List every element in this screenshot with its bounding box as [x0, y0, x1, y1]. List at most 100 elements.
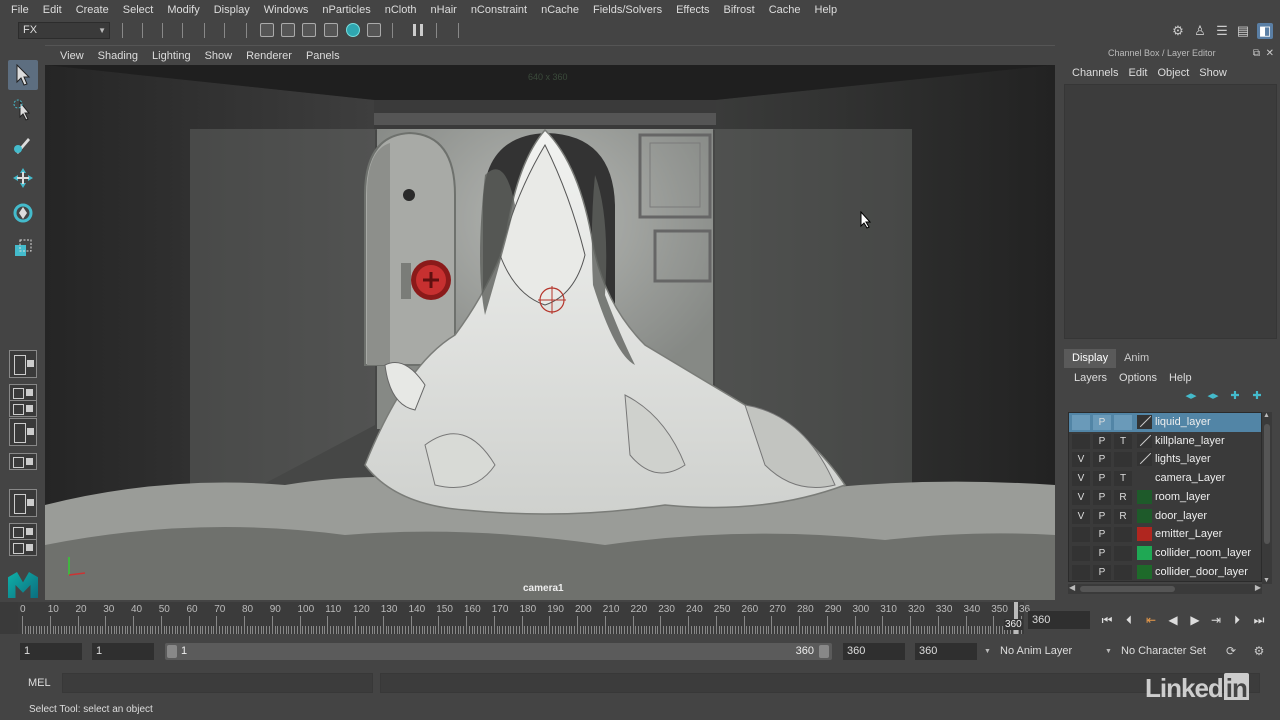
step-back-frame-icon[interactable]: ⏴: [1120, 611, 1138, 629]
hypershade-layout-icon[interactable]: [9, 523, 37, 540]
time-slider[interactable]: 0 10 20 30 40 50 60 70 80 90 100 110 120 130 140 150 160…: [0, 602, 1030, 634]
display-type-toggle[interactable]: [1114, 545, 1132, 561]
side-by-side-layout-icon[interactable]: [9, 418, 37, 446]
layer-list-hscrollbar[interactable]: ◀ ▶: [1068, 583, 1262, 594]
move-layer-down-icon[interactable]: ◂▸: [1202, 389, 1224, 402]
character-controls-icon[interactable]: ♙: [1192, 23, 1208, 39]
menu-display[interactable]: Display: [207, 4, 257, 16]
layer-color-swatch[interactable]: [1137, 452, 1152, 467]
tab-anim[interactable]: Anim: [1116, 349, 1157, 368]
playback-toggle[interactable]: P: [1093, 489, 1111, 505]
display-type-toggle[interactable]: R: [1114, 508, 1132, 524]
animation-start-field[interactable]: 1: [20, 643, 82, 660]
script-editor-layout-icon[interactable]: [9, 539, 37, 556]
scroll-up-icon[interactable]: ▲: [1263, 412, 1270, 419]
menu-ncloth[interactable]: nCloth: [378, 4, 424, 16]
menu-effects[interactable]: Effects: [669, 4, 716, 16]
attribute-editor-icon[interactable]: ☰: [1214, 23, 1230, 39]
command-input[interactable]: [62, 673, 373, 693]
new-layer-icon[interactable]: ✚: [1224, 389, 1246, 402]
menu-file[interactable]: File: [4, 4, 36, 16]
menu-ncache[interactable]: nCache: [534, 4, 586, 16]
anim-layer-dropdown[interactable]: No Anim Layer: [984, 643, 1072, 660]
animation-preferences-icon[interactable]: ⚙: [1250, 642, 1268, 660]
ipr-render-icon[interactable]: [302, 23, 316, 37]
visibility-toggle[interactable]: V: [1072, 489, 1090, 505]
scroll-down-icon[interactable]: ▼: [1263, 577, 1270, 584]
scroll-left-icon[interactable]: ◀: [1069, 583, 1075, 592]
range-slider[interactable]: 1 360: [165, 643, 832, 660]
scroll-thumb[interactable]: [1080, 586, 1175, 592]
playback-toggle[interactable]: P: [1093, 564, 1111, 580]
scale-tool-icon[interactable]: [8, 233, 38, 263]
move-tool-icon[interactable]: [8, 163, 38, 193]
channel-box-icon[interactable]: ◧: [1257, 23, 1273, 39]
display-type-toggle[interactable]: [1114, 415, 1132, 430]
command-language-label[interactable]: MEL: [28, 677, 51, 689]
menu-help[interactable]: Help: [808, 4, 845, 16]
rotate-tool-icon[interactable]: [8, 198, 38, 228]
viewport-menu-renderer[interactable]: Renderer: [239, 50, 299, 62]
render-sequence-icon[interactable]: [367, 23, 381, 37]
visibility-toggle[interactable]: V: [1072, 508, 1090, 524]
visibility-toggle[interactable]: [1072, 564, 1090, 580]
viewport-menu-panels[interactable]: Panels: [299, 50, 347, 62]
playback-end-field[interactable]: 360: [843, 643, 905, 660]
two-pane-layout-icon[interactable]: [9, 400, 37, 417]
step-forward-frame-icon[interactable]: ⏵: [1228, 611, 1246, 629]
channel-box-menu-channels[interactable]: Channels: [1067, 67, 1123, 79]
display-type-toggle[interactable]: [1114, 452, 1132, 468]
playback-toggle[interactable]: P: [1093, 545, 1111, 561]
playback-start-field[interactable]: 1: [92, 643, 154, 660]
layer-color-swatch[interactable]: [1137, 433, 1152, 448]
render-frame-icon[interactable]: [281, 23, 295, 37]
scroll-right-icon[interactable]: ▶: [1255, 583, 1261, 592]
channel-box-menu-edit[interactable]: Edit: [1123, 67, 1152, 79]
range-end-handle[interactable]: [819, 645, 829, 658]
layer-menu-options[interactable]: Options: [1113, 372, 1163, 384]
step-back-key-icon[interactable]: ⇤: [1142, 611, 1160, 629]
menu-set-dropdown[interactable]: FX ▼: [18, 22, 110, 39]
menu-modify[interactable]: Modify: [160, 4, 206, 16]
lasso-tool-icon[interactable]: [8, 95, 38, 125]
time-slider-track[interactable]: 0 10 20 30 40 50 60 70 80 90 100 110 120 130 140 150 160…: [18, 602, 1030, 634]
graph-layout-icon[interactable]: [9, 453, 37, 470]
layer-row[interactable]: Pemitter_Layer: [1069, 525, 1261, 544]
display-type-toggle[interactable]: T: [1114, 433, 1132, 449]
menu-bifrost[interactable]: Bifrost: [717, 4, 762, 16]
channel-box-menu-show[interactable]: Show: [1194, 67, 1232, 79]
playback-toggle[interactable]: P: [1093, 527, 1111, 543]
menu-fields-solvers[interactable]: Fields/Solvers: [586, 4, 669, 16]
step-forward-key-icon[interactable]: ⇥: [1207, 611, 1225, 629]
pause-icon[interactable]: [413, 24, 423, 36]
tab-display[interactable]: Display: [1064, 349, 1117, 368]
auto-key-icon[interactable]: ⟳: [1222, 642, 1240, 660]
render-settings-icon[interactable]: [324, 23, 338, 37]
display-type-toggle[interactable]: R: [1114, 489, 1132, 505]
layer-color-swatch[interactable]: [1137, 508, 1152, 523]
menu-edit[interactable]: Edit: [36, 4, 69, 16]
layer-row[interactable]: V P Rdoor_layer: [1069, 507, 1261, 526]
outliner-layout-icon[interactable]: [9, 489, 37, 517]
visibility-toggle[interactable]: V: [1072, 452, 1090, 468]
paint-select-tool-icon[interactable]: [8, 129, 38, 159]
visibility-toggle[interactable]: [1072, 415, 1090, 430]
tool-settings-icon[interactable]: ▤: [1235, 23, 1251, 39]
playback-toggle[interactable]: P: [1093, 471, 1111, 487]
viewport-menu-show[interactable]: Show: [198, 50, 240, 62]
visibility-toggle[interactable]: [1072, 433, 1090, 449]
hypershade-icon[interactable]: [346, 23, 360, 37]
menu-select[interactable]: Select: [116, 4, 161, 16]
layer-row[interactable]: P Tkillplane_layer: [1069, 432, 1261, 451]
play-forwards-icon[interactable]: ▶: [1186, 611, 1204, 629]
layer-color-swatch[interactable]: [1137, 527, 1152, 542]
go-to-end-icon[interactable]: ⏭: [1250, 611, 1268, 629]
layer-color-swatch[interactable]: [1137, 415, 1152, 429]
visibility-toggle[interactable]: V: [1072, 471, 1090, 487]
display-type-toggle[interactable]: [1114, 564, 1132, 580]
four-pane-layout-icon[interactable]: [9, 384, 37, 401]
single-pane-layout-icon[interactable]: [9, 350, 37, 378]
select-tool-icon[interactable]: [8, 60, 38, 90]
playback-toggle[interactable]: P: [1093, 508, 1111, 524]
display-type-toggle[interactable]: [1114, 527, 1132, 543]
